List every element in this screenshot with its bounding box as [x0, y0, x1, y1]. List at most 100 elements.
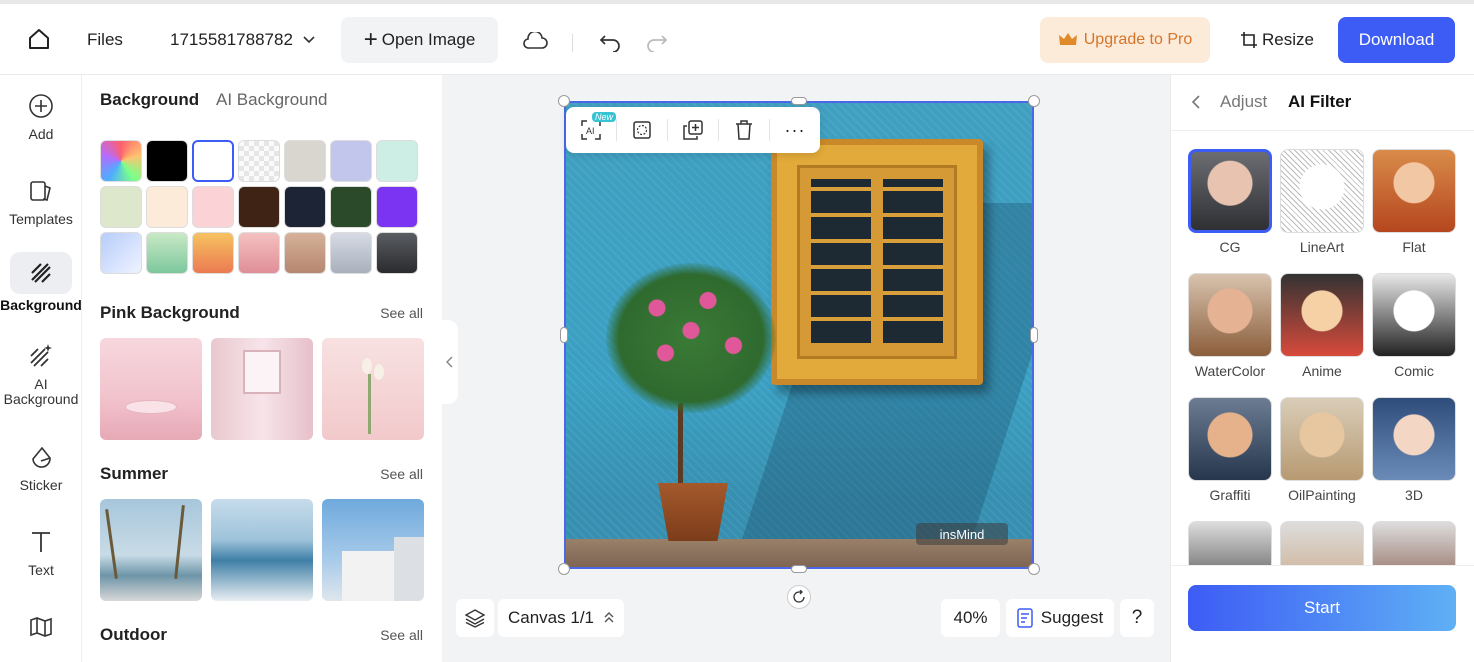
trash-icon[interactable] [719, 120, 769, 140]
color-swatch[interactable] [192, 232, 234, 274]
undo-icon[interactable] [599, 32, 621, 52]
suggest-button[interactable]: Suggest [1006, 599, 1114, 637]
filter-option-more[interactable] [1372, 521, 1456, 565]
color-swatch[interactable] [376, 232, 418, 274]
sidebar-item-text[interactable]: Text [0, 529, 82, 578]
see-all-link[interactable]: See all [380, 305, 423, 321]
rotate-icon[interactable] [787, 585, 811, 609]
color-swatch[interactable] [284, 140, 326, 182]
resize-handle[interactable] [791, 565, 807, 573]
sidebar-label: Templates [9, 211, 73, 227]
ai-background-icon [28, 343, 54, 369]
color-swatch[interactable] [284, 186, 326, 228]
filter-option-more[interactable] [1188, 521, 1272, 565]
color-swatch[interactable] [146, 186, 188, 228]
see-all-link[interactable]: See all [380, 466, 423, 482]
filter-option-3d[interactable]: 3D [1372, 397, 1456, 503]
filter-option-graffiti[interactable]: Graffiti [1188, 397, 1272, 503]
files-menu[interactable]: Files [87, 30, 123, 50]
tab-ai-filter[interactable]: AI Filter [1288, 92, 1351, 112]
color-swatch[interactable] [330, 232, 372, 274]
more-options-icon[interactable]: ··· [770, 120, 820, 141]
filter-preview [1188, 397, 1272, 481]
download-button[interactable]: Download [1338, 17, 1455, 63]
filter-preview [1188, 521, 1272, 565]
resize-handle[interactable] [1028, 563, 1040, 575]
filter-option-cg[interactable]: CG [1188, 149, 1272, 255]
section-title-outdoor: Outdoor [100, 625, 168, 644]
sidebar-item-add[interactable]: Add [0, 93, 82, 142]
resize-handle[interactable] [1030, 327, 1038, 343]
home-icon[interactable] [27, 27, 51, 51]
resize-handle[interactable] [1028, 95, 1040, 107]
color-swatch[interactable] [238, 186, 280, 228]
resize-handle[interactable] [558, 95, 570, 107]
summer-thumb[interactable] [322, 499, 424, 601]
color-swatch[interactable] [376, 186, 418, 228]
open-image-button[interactable]: + Open Image [341, 17, 498, 63]
pink-background-thumb[interactable] [322, 338, 424, 440]
layers-icon[interactable] [456, 599, 494, 637]
resize-button[interactable]: Resize [1240, 30, 1314, 50]
cloud-sync-icon[interactable] [522, 32, 548, 50]
color-swatch[interactable] [330, 140, 372, 182]
canvas-pages-dropdown[interactable]: Canvas 1/1 [498, 599, 624, 637]
upgrade-to-pro-button[interactable]: Upgrade to Pro [1040, 17, 1210, 63]
color-swatch[interactable] [100, 186, 142, 228]
start-button[interactable]: Start [1188, 585, 1456, 631]
redo-icon[interactable] [646, 32, 668, 52]
resize-handle[interactable] [791, 97, 807, 105]
resize-handle[interactable] [560, 327, 568, 343]
project-name: 1715581788782 [170, 30, 293, 49]
canvas-label: Canvas 1/1 [508, 608, 594, 627]
project-name-dropdown[interactable]: 1715581788782 [170, 30, 315, 50]
summer-thumb[interactable] [211, 499, 313, 601]
sidebar-item-map[interactable] [0, 614, 82, 648]
left-sidebar: Add Templates Background AI Background S… [0, 75, 82, 662]
collapse-panel-button[interactable] [442, 320, 458, 404]
resize-handle[interactable] [558, 563, 570, 575]
help-button[interactable]: ? [1120, 599, 1154, 637]
sidebar-item-sticker[interactable]: Sticker [0, 444, 82, 493]
color-swatch[interactable] [100, 232, 142, 274]
sidebar-item-ai-background[interactable]: AI Background [0, 343, 82, 407]
tab-background[interactable]: Background [100, 90, 199, 110]
color-swatch[interactable] [376, 140, 418, 182]
filter-option-anime[interactable]: Anime [1280, 273, 1364, 379]
color-swatch[interactable] [146, 232, 188, 274]
filter-preview [1280, 521, 1364, 565]
sidebar-item-templates[interactable]: Templates [0, 178, 82, 227]
tab-adjust[interactable]: Adjust [1220, 92, 1267, 112]
filter-option-more[interactable] [1280, 521, 1364, 565]
pink-background-thumb[interactable] [100, 338, 202, 440]
filter-option-flat[interactable]: Flat [1372, 149, 1456, 255]
upgrade-label: Upgrade to Pro [1083, 31, 1193, 48]
color-swatch[interactable] [284, 232, 326, 274]
filter-option-comic[interactable]: Comic [1372, 273, 1456, 379]
pink-background-thumb[interactable] [211, 338, 313, 440]
filter-option-lineart[interactable]: LineArt [1280, 149, 1364, 255]
color-swatch[interactable] [146, 140, 188, 182]
color-swatch[interactable] [192, 186, 234, 228]
select-object-icon[interactable] [617, 121, 667, 139]
see-all-link[interactable]: See all [380, 627, 423, 643]
color-swatch[interactable] [238, 232, 280, 274]
right-panel: Adjust AI Filter CG LineArt Flat WaterColor… [1170, 75, 1474, 662]
tab-ai-background[interactable]: AI Background [216, 90, 328, 110]
filter-label: CG [1219, 239, 1241, 255]
color-swatch[interactable] [192, 140, 234, 182]
duplicate-icon[interactable] [668, 120, 718, 140]
color-swatch[interactable] [238, 140, 280, 182]
filter-preview [1372, 273, 1456, 357]
filter-option-oilpainting[interactable]: OilPainting [1280, 397, 1364, 503]
back-chevron-icon[interactable] [1191, 94, 1201, 110]
summer-thumb[interactable] [100, 499, 202, 601]
svg-text:AI: AI [586, 126, 595, 136]
canvas-image[interactable]: insMind [564, 101, 1034, 569]
color-swatch[interactable] [330, 186, 372, 228]
color-swatch[interactable] [100, 140, 142, 182]
ai-tool-icon[interactable]: AI New [566, 112, 617, 140]
zoom-level[interactable]: 40% [941, 599, 1000, 637]
filter-option-watercolor[interactable]: WaterColor [1188, 273, 1272, 379]
sidebar-item-background[interactable]: Background [0, 252, 82, 313]
